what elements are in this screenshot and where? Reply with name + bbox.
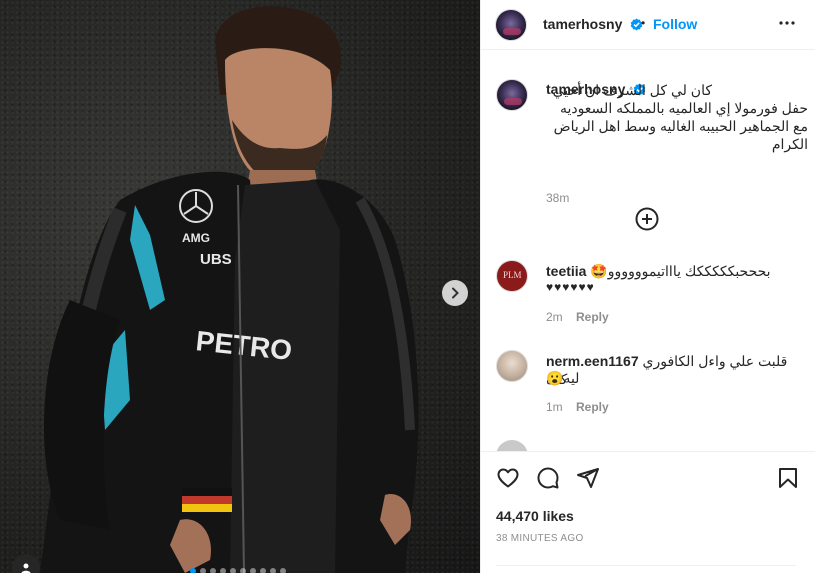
jacket-ubs-text: UBS — [200, 251, 232, 268]
comment-meta: 2m Reply — [546, 310, 609, 324]
caption-text: كان لي كل الشرف ان أحيي حفل فورمولا إي ا… — [552, 82, 808, 152]
comment-time: 2m — [546, 310, 563, 324]
next-photo-button[interactable] — [442, 280, 468, 306]
post-photo[interactable]: AMG UBS PETRO — [0, 0, 480, 573]
caption-time: 38m — [546, 191, 570, 205]
owner-username[interactable]: tamerhosny — [543, 16, 622, 32]
comment-icon[interactable] — [536, 466, 560, 490]
comment-line: teetiia بحححبكككككك ياااتيموووووو🤩 — [546, 262, 806, 280]
comment-username[interactable]: nerm.een1167 — [546, 353, 639, 369]
paper-plane-icon[interactable] — [576, 466, 600, 490]
comment-text: بحححبكككككك ياااتيموووووو🤩 — [590, 263, 771, 279]
post-side-panel: tamerhosny • Follow tamerhosny كان لي كل… — [480, 0, 815, 573]
follow-button[interactable]: Follow — [653, 16, 697, 32]
post-actions: 44,470 likes 38 MINUTES AGO — [481, 451, 815, 573]
commenter-avatar[interactable]: PLM — [496, 260, 528, 292]
post-time: 38 MINUTES AGO — [496, 533, 584, 544]
comment-time: 1m — [546, 400, 563, 414]
likes-count[interactable]: 44,470 likes — [496, 508, 574, 524]
jacket-amg-text: AMG — [182, 231, 210, 245]
reply-button[interactable]: Reply — [576, 400, 609, 414]
comment-text-line2: ليه😮 — [546, 370, 580, 386]
reply-button[interactable]: Reply — [576, 310, 609, 324]
more-horizontal-icon[interactable] — [778, 14, 796, 32]
user-tag-icon — [21, 563, 31, 573]
commenter-avatar[interactable] — [496, 440, 528, 451]
owner-username-wrap: tamerhosny — [543, 16, 643, 34]
comment-text-line2: ♥♥♥♥♥♥ — [546, 280, 595, 294]
comments-scroll-area[interactable]: tamerhosny كان لي كل الشرف ان أحيي حفل ف… — [481, 51, 815, 451]
comment-meta: 1m Reply — [546, 400, 609, 414]
post-header: tamerhosny • Follow — [481, 0, 815, 50]
carousel-indicator — [190, 568, 286, 573]
owner-avatar[interactable] — [495, 9, 527, 41]
follow-separator: • — [641, 16, 646, 30]
comment-line: nerm.een1167 قلبت علي واءل الكافوري كده — [546, 352, 806, 388]
commenter-avatar[interactable] — [496, 350, 528, 382]
add-comment-area[interactable] — [496, 565, 796, 573]
caption-avatar[interactable] — [496, 79, 528, 111]
comment-username[interactable]: teetiia — [546, 263, 586, 279]
chevron-right-icon — [452, 287, 459, 299]
heart-icon[interactable] — [496, 466, 520, 490]
commenter-avatar-label: PLM — [503, 270, 522, 280]
post-image: AMG UBS PETRO — [40, 6, 419, 573]
plus-circle-icon[interactable] — [635, 207, 659, 231]
bookmark-icon[interactable] — [776, 466, 800, 490]
